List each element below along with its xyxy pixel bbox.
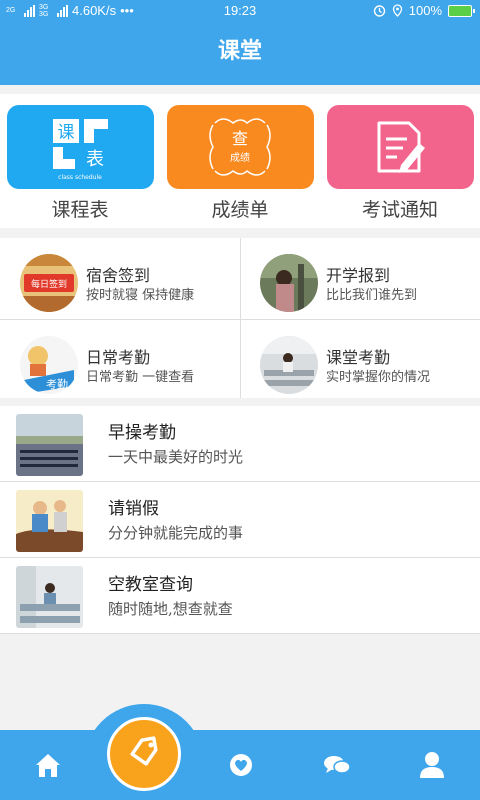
page-title: 课堂 — [0, 22, 480, 85]
grade-icon-char-2: 成绩 — [230, 151, 250, 164]
location-icon — [392, 4, 402, 17]
top-tiles-card: 课 表 class schedule 查 成绩 课程表 成绩单 考试通知 — [0, 94, 480, 228]
grid-item-daily-attendance[interactable]: 考勤 日常考勤 日常考勤 一键查看 — [0, 320, 240, 400]
grid-item-subtitle: 比比我们谁先到 — [326, 288, 418, 303]
list-item-subtitle: 分分钟就能完成的事 — [108, 524, 244, 542]
tag-button[interactable] — [107, 717, 181, 791]
grade-report-label[interactable]: 成绩单 — [160, 195, 320, 222]
daily-attendance-image: 考勤 — [20, 336, 78, 394]
list-item-title: 请销假 — [108, 499, 159, 519]
schedule-label[interactable]: 课程表 — [0, 195, 160, 222]
dorm-checkin-image-text: 每日签到 — [31, 278, 67, 290]
schedule-icon-char-2: 表 — [86, 149, 104, 170]
grade-icon-char-1: 查 — [232, 129, 248, 148]
grade-report-icon: 查 成绩 — [209, 118, 271, 176]
status-bar: 2G 3G 3G 4.60K/s ••• 19:23 100% — [0, 0, 480, 22]
feature-grid: 每日签到 宿舍签到 按时就寝 保持健康 开学报到 比比我们谁先到 考勤 日常考勤… — [0, 238, 480, 398]
list-item-subtitle: 随时随地,想查就查 — [108, 600, 233, 618]
list-item-subtitle: 一天中最美好的时光 — [108, 448, 244, 466]
class-attendance-image — [260, 336, 318, 394]
chat-icon — [324, 756, 351, 774]
grid-item-dorm-checkin[interactable]: 每日签到 宿舍签到 按时就寝 保持健康 — [0, 238, 240, 318]
daily-attendance-image-text: 考勤 — [46, 378, 68, 391]
list-item-title: 早操考勤 — [108, 423, 176, 443]
alarm-icon — [373, 5, 385, 17]
schedule-icon-caption: class schedule — [58, 174, 102, 181]
grid-item-class-attendance[interactable]: 课堂考勤 实时掌握你的情况 — [240, 320, 480, 400]
schedule-icon: 课 表 class schedule — [53, 119, 108, 181]
grid-item-title: 日常考勤 — [86, 348, 151, 367]
status-right: 100% — [373, 3, 475, 18]
grid-item-subtitle: 实时掌握你的情况 — [326, 370, 431, 385]
exam-notice-icon — [377, 121, 425, 173]
user-icon — [420, 752, 444, 778]
heart-icon — [230, 754, 252, 776]
exam-notice-tile[interactable] — [327, 105, 474, 189]
tab-profile[interactable] — [417, 750, 447, 780]
tab-home[interactable] — [33, 750, 63, 780]
tag-icon — [130, 736, 158, 766]
feature-list: 早操考勤 一天中最美好的时光 请销假 分分钟就能完成的事 空教室查询 随时随地,… — [0, 406, 480, 634]
exam-notice-label[interactable]: 考试通知 — [320, 195, 480, 222]
list-item-empty-classroom[interactable]: 空教室查询 随时随地,想查就查 — [0, 558, 480, 634]
leave-request-image — [16, 490, 83, 552]
grid-item-title: 课堂考勤 — [326, 348, 391, 367]
grid-item-subtitle: 日常考勤 一键查看 — [86, 370, 195, 385]
grid-item-title: 开学报到 — [326, 266, 391, 285]
grid-item-enrollment[interactable]: 开学报到 比比我们谁先到 — [240, 238, 480, 318]
tab-messages[interactable] — [322, 750, 352, 780]
grid-item-title: 宿舍签到 — [86, 266, 151, 285]
schedule-tile[interactable]: 课 表 class schedule — [7, 105, 154, 189]
battery-percent: 100% — [408, 3, 442, 18]
list-item-morning-exercise[interactable]: 早操考勤 一天中最美好的时光 — [0, 406, 480, 482]
schedule-icon-char-1: 课 — [58, 123, 75, 143]
morning-exercise-image — [16, 414, 83, 476]
dorm-checkin-image: 每日签到 — [20, 254, 78, 312]
grid-item-subtitle: 按时就寝 保持健康 — [86, 288, 195, 303]
grade-report-tile[interactable]: 查 成绩 — [167, 105, 314, 189]
list-item-leave-request[interactable]: 请销假 分分钟就能完成的事 — [0, 482, 480, 558]
home-icon — [36, 754, 60, 777]
empty-classroom-image — [16, 566, 83, 628]
list-item-title: 空教室查询 — [108, 575, 193, 595]
tab-favorites[interactable] — [226, 750, 256, 780]
enrollment-image — [260, 254, 318, 312]
battery-icon — [448, 4, 475, 17]
